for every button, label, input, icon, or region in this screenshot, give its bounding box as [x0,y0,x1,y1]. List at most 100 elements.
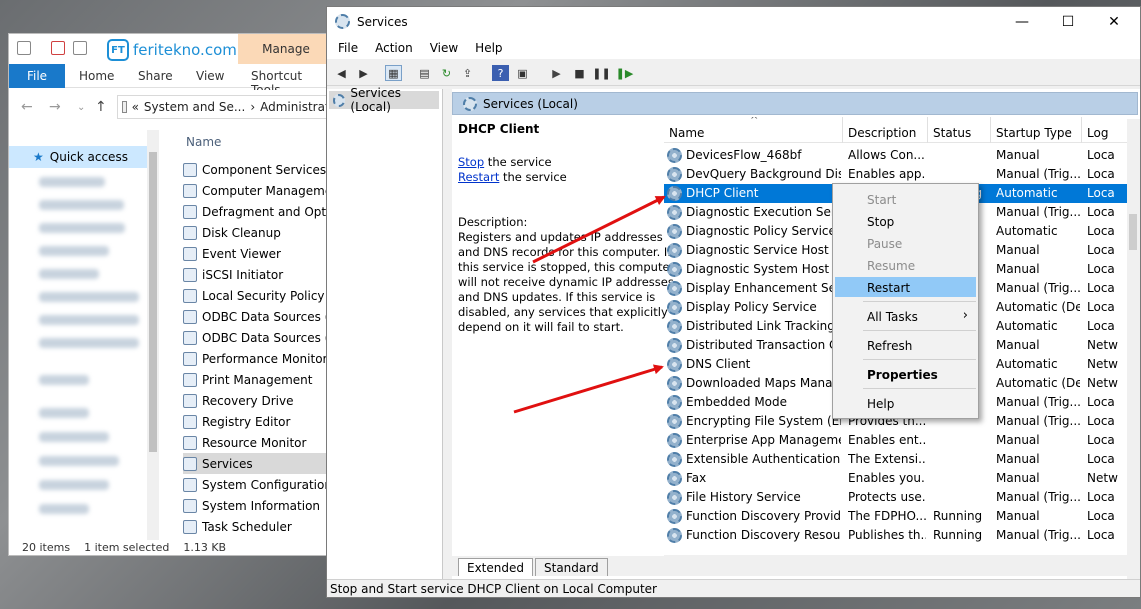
file-list-item[interactable]: iSCSI Initiator [183,264,332,285]
file-list-item[interactable]: Performance Monitor [183,348,332,369]
table-row[interactable]: DevQuery Background Disc... Enables app..… [664,165,1140,184]
path-segment-1[interactable]: System and Se... [144,100,245,114]
file-list-item[interactable]: Event Viewer [183,243,332,264]
admin-tool-icon [183,372,197,387]
share-tab[interactable]: Share [138,69,173,83]
menu-file[interactable]: File [332,41,364,55]
admin-tool-icon [183,477,197,492]
file-list-item[interactable]: Disk Cleanup [183,222,332,243]
quick-access-item[interactable]: ★ Quick access [9,146,147,168]
file-list-item[interactable]: System Information [183,495,332,516]
nav-pane-scrollbar[interactable] [147,130,159,540]
refresh-icon[interactable]: ↻ [438,65,455,81]
column-header-description[interactable]: Description [843,117,928,143]
maximize-button[interactable]: ☐ [1045,7,1091,37]
file-list-item[interactable]: Computer Management [183,180,333,201]
column-header-log-on-as[interactable]: Log [1087,126,1108,140]
home-tab[interactable]: Home [79,69,114,83]
table-row[interactable]: DevicesFlow_468bf Allows Con... Manual Loca [664,146,1140,165]
up-arrow-icon[interactable]: ↑ [95,99,107,115]
menu-item-restart[interactable]: Restart [835,277,976,297]
tree-node-services-local[interactable]: Services (Local) [329,86,439,114]
table-row[interactable]: Enterprise App Managemen... Enables ent..… [664,431,1140,450]
description-line: and DNS records for this computer. If [458,245,672,259]
properties-sheet-icon[interactable]: ▤ [416,65,433,81]
table-row[interactable]: Extensible Authentication P... The Extens… [664,450,1140,469]
file-list-item[interactable]: Print Management [183,369,332,390]
table-row[interactable]: File History Service Protects use... Manua… [664,488,1140,507]
table-row[interactable]: Function Discovery Resourc... Publishes t… [664,526,1140,545]
help-icon[interactable]: ? [492,65,509,81]
file-list-item[interactable]: System Configuration [183,474,332,495]
menu-action[interactable]: Action [369,41,419,55]
checkmark-icon[interactable] [51,41,65,55]
file-list-item[interactable]: Defragment and Optimize [183,201,332,222]
cell-startup: Manual (Trig... [996,490,1080,504]
star-icon: ★ [33,150,44,164]
export-list-icon[interactable]: ⇪ [459,65,476,81]
file-list-item[interactable]: Component Services [183,159,332,180]
name-column-header[interactable]: Name [186,135,221,149]
file-list-item[interactable]: ODBC Data Sources (32-bit) [183,306,332,327]
cell-description: The FDPHO... [848,509,926,523]
file-list-item[interactable]: ODBC Data Sources (64-bit) [183,327,332,348]
blurred-nav-item [39,177,105,187]
stop-service-icon[interactable]: ■ [571,65,588,81]
scrollbar-thumb[interactable] [149,152,157,452]
properties-icon[interactable] [17,41,31,55]
file-list-item[interactable]: Task Scheduler [183,516,332,537]
close-button[interactable]: ✕ [1091,7,1137,37]
pause-service-icon[interactable]: ❚❚ [592,65,610,81]
new-folder-icon[interactable] [73,41,87,55]
table-row[interactable]: Fax Enables you... Manual Netw [664,469,1140,488]
title-bar[interactable]: Services — ☐ ✕ [327,7,1140,37]
cell-status: Running [933,509,983,523]
file-list: Name Component Services Computer Manageme… [159,130,333,540]
address-path[interactable]: « System and Se... › Administrati [117,95,332,119]
menu-view[interactable]: View [424,41,464,55]
scrollbar-thumb[interactable] [1129,214,1137,250]
file-list-item-label: Computer Management [202,183,333,198]
menu-item-start[interactable]: Start [835,189,976,209]
path-segment-2[interactable]: Administrati [260,100,332,114]
path-prefix: « [131,100,139,114]
tab-extended[interactable]: Extended [458,558,533,576]
file-list-item[interactable]: Services [183,453,332,474]
file-list-item[interactable]: Recovery Drive [183,390,332,411]
action-pane-icon[interactable]: ▣ [514,65,531,81]
column-header-startup-type[interactable]: Startup Type [991,117,1082,143]
column-header-status[interactable]: Status [928,117,991,143]
blurred-nav-item [39,408,89,418]
start-service-icon[interactable]: ▶ [548,65,565,81]
column-header-name[interactable]: Name [664,117,843,143]
show-hide-tree-icon[interactable]: ▦ [385,65,402,81]
restart-service-icon[interactable]: ❚▶ [616,65,634,81]
menu-item-pause[interactable]: Pause [835,233,976,253]
back-arrow-icon[interactable]: ← [21,99,33,115]
forward-icon[interactable]: ▶ [355,65,372,81]
recent-chevron-icon[interactable]: ⌄ [77,102,85,113]
tab-standard[interactable]: Standard [535,558,608,576]
list-vertical-scrollbar[interactable] [1127,119,1140,583]
view-tab[interactable]: View [196,69,224,83]
table-row[interactable]: Function Discovery Provide... The FDPHO..… [664,507,1140,526]
menu-item-properties[interactable]: Properties [835,364,976,384]
file-list-item[interactable]: Registry Editor [183,411,332,432]
menu-item-help[interactable]: Help [835,393,976,413]
menu-item-stop[interactable]: Stop [835,211,976,231]
menu-item-all-tasks[interactable]: All Tasks › [835,306,976,326]
stop-service-link[interactable]: Stop [458,155,484,169]
menu-separator [863,359,976,360]
file-tab[interactable]: File [9,64,65,88]
manage-tab[interactable]: Manage [238,34,332,64]
cell-name: DevicesFlow_468bf [686,148,802,162]
menu-item-resume[interactable]: Resume [835,255,976,275]
menu-item-refresh[interactable]: Refresh [835,335,976,355]
forward-arrow-icon[interactable]: → [49,99,61,115]
file-list-item[interactable]: Local Security Policy [183,285,332,306]
file-list-item[interactable]: Resource Monitor [183,432,332,453]
restart-service-link[interactable]: Restart [458,170,499,184]
back-icon[interactable]: ◀ [333,65,350,81]
menu-help[interactable]: Help [469,41,508,55]
minimize-button[interactable]: — [999,7,1045,37]
